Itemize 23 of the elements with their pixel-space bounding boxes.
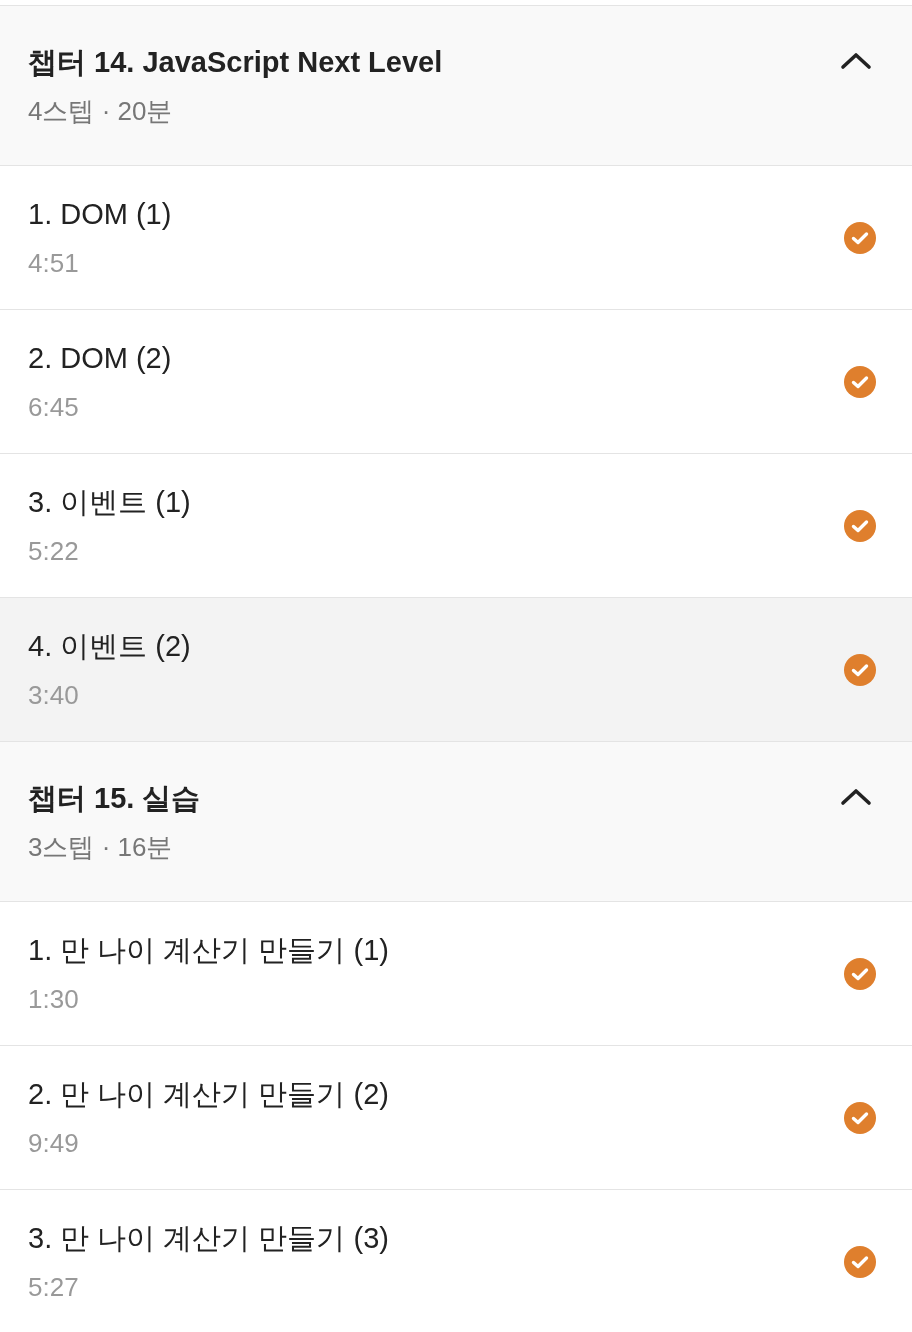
lesson-title: 3. 만 나이 계산기 만들기 (3) [28,1221,389,1256]
chevron-up-icon[interactable] [840,787,872,806]
chapter-header[interactable]: 챕터 15. 실습 3스텝 · 16분 [0,742,912,902]
lesson-title: 1. 만 나이 계산기 만들기 (1) [28,933,389,968]
lesson-title: 2. 만 나이 계산기 만들기 (2) [28,1077,389,1112]
lesson-duration: 5:27 [28,1271,80,1304]
lesson-duration: 5:22 [28,535,80,568]
lesson-title: 4. 이벤트 (2) [28,629,191,664]
lesson-duration: 4:51 [28,247,80,280]
chapter-summary: 3스텝 · 16분 [28,831,174,864]
lesson-duration: 3:40 [28,679,80,712]
lesson-duration: 9:49 [28,1127,80,1160]
chapter-summary: 4스텝 · 20분 [28,95,174,128]
lesson-title: 1. DOM (1) [28,197,172,232]
chapter-title: 챕터 14. JavaScript Next Level [28,45,443,80]
lesson-title: 2. DOM (2) [28,341,172,376]
lesson-row[interactable]: 4. 이벤트 (2) 3:40 [0,598,912,742]
chapter-header[interactable]: 챕터 14. JavaScript Next Level 4스텝 · 20분 [0,6,912,166]
lesson-duration: 6:45 [28,391,80,424]
chapter-title: 챕터 15. 실습 [28,781,201,816]
lesson-duration: 1:30 [28,983,80,1016]
chevron-up-icon[interactable] [840,51,872,70]
lesson-title: 3. 이벤트 (1) [28,485,191,520]
